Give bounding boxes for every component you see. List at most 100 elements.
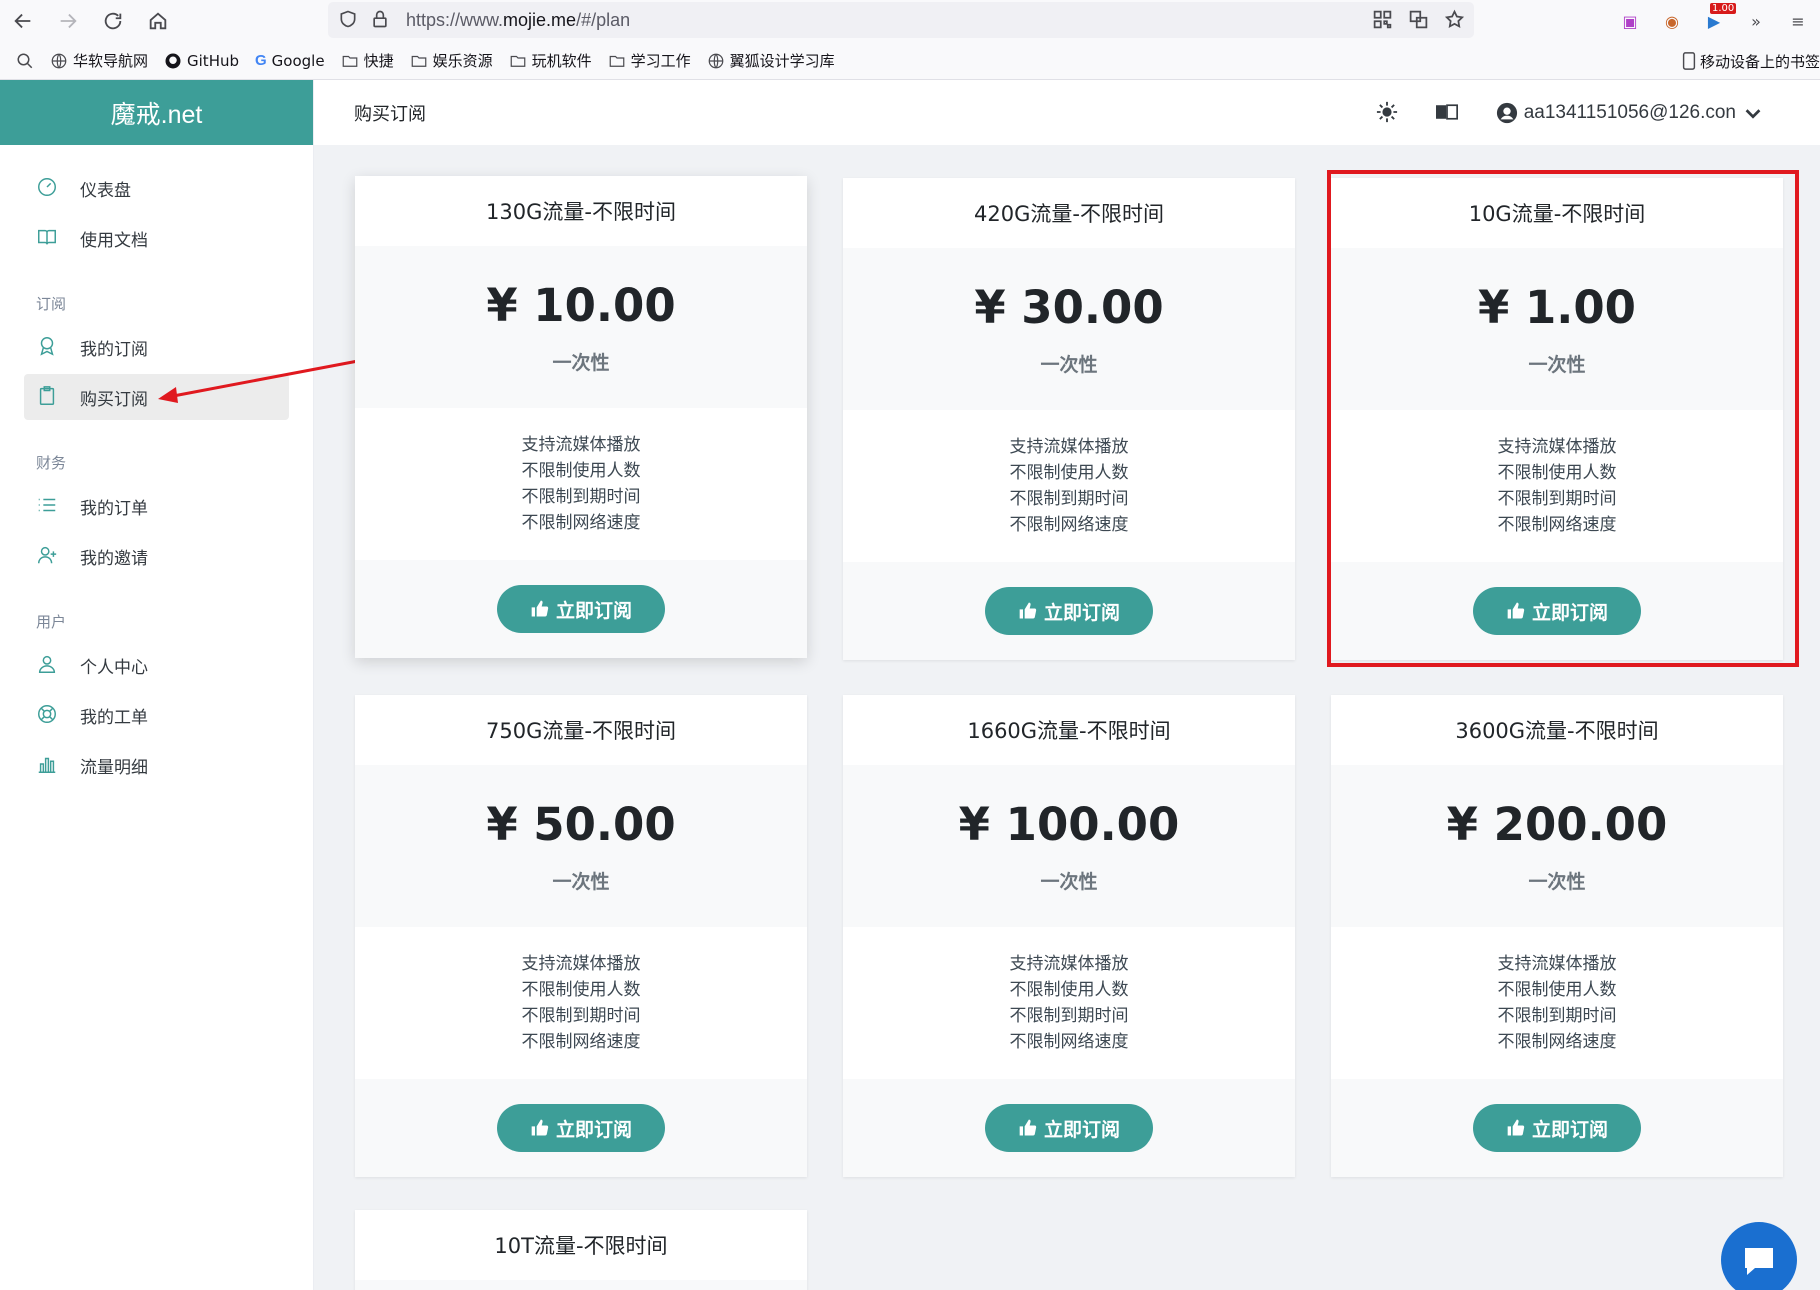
plan-features: 支持流媒体播放 不限制使用人数 不限制到期时间 不限制网络速度	[843, 410, 1295, 562]
thumbs-up-icon	[1019, 602, 1037, 619]
feature-item: 不限制到期时间	[521, 1006, 641, 1026]
feature-item: 不限制网络速度	[1009, 1032, 1129, 1052]
thumbs-up-icon	[1507, 1119, 1525, 1136]
overflow-chevron-icon[interactable]: »	[1744, 9, 1768, 33]
feature-item: 不限制使用人数	[521, 980, 641, 1000]
user-email: aa1341151056@126.con	[1523, 101, 1736, 123]
user-plus-icon	[36, 544, 60, 568]
subscribe-button[interactable]: 立即订阅	[497, 585, 665, 633]
address-bar[interactable]: https://www.mojie.me/#/plan	[328, 2, 1474, 38]
user-avatar-icon	[1496, 102, 1517, 123]
feature-item: 支持流媒体播放	[521, 954, 641, 974]
plan-name: 750G流量-不限时间	[486, 719, 676, 743]
globe-icon	[708, 53, 723, 68]
sidebar-item-profile[interactable]: 个人中心	[24, 642, 289, 688]
theme-toggle-icon[interactable]	[1376, 101, 1400, 125]
plan-features: 支持流媒体播放 不限制使用人数 不限制到期时间 不限制网络速度	[355, 408, 807, 560]
bookmark-folder[interactable]: 快捷	[341, 50, 394, 71]
bookmark-star-icon[interactable]	[1444, 9, 1466, 31]
plan-card: 420G流量-不限时间 ¥ 30.00 一次性 支持流媒体播放 不限制使用人数 不限…	[843, 178, 1295, 660]
sidebar-item-my-orders[interactable]: 我的订单	[24, 483, 289, 529]
collections-icon[interactable]: ▣	[1618, 9, 1642, 33]
plan-features: 支持流媒体播放 不限制使用人数 不限制到期时间 不限制网络速度	[843, 927, 1295, 1079]
sidebar-group-title: 财务	[36, 454, 67, 472]
plan-period: 一次性	[1040, 354, 1098, 376]
feature-item: 支持流媒体播放	[521, 435, 641, 455]
plan-card: 130G流量-不限时间 ¥ 10.00 一次性 支持流媒体播放 不限制使用人数 不限…	[355, 176, 807, 658]
subscribe-button[interactable]: 立即订阅	[497, 1104, 665, 1152]
thumbs-up-icon	[531, 1119, 549, 1136]
subscribe-button[interactable]: 立即订阅	[1473, 1104, 1641, 1152]
language-icon[interactable]	[1435, 101, 1460, 125]
extension-badge: 1.00	[1710, 3, 1737, 14]
book-icon	[36, 226, 60, 250]
plan-card: 3600G流量-不限时间 ¥ 200.00 一次性 支持流媒体播放 不限制使用人数…	[1331, 695, 1783, 1177]
list-icon	[36, 494, 60, 518]
plan-card: 1660G流量-不限时间 ¥ 100.00 一次性 支持流媒体播放 不限制使用人数…	[843, 695, 1295, 1177]
qr-code-icon[interactable]	[1372, 9, 1394, 31]
home-button[interactable]	[135, 0, 180, 42]
bookmark-item[interactable]: 翼狐设计学习库	[707, 50, 835, 71]
plan-price: ¥ 50.00	[486, 798, 676, 851]
folder-icon	[342, 55, 357, 67]
sidebar-item-dashboard[interactable]: 仪表盘	[24, 165, 289, 211]
shield-icon	[338, 9, 360, 31]
plan-name: 10T流量-不限时间	[494, 1234, 668, 1258]
browser-toolbar: https://www.mojie.me/#/plan ▣ ◉ ▶ 1.00 » …	[0, 0, 1820, 42]
support-icon	[36, 703, 60, 727]
plan-features: 支持流媒体播放 不限制使用人数 不限制到期时间 不限制网络速度	[355, 927, 807, 1079]
plan-name: 3600G流量-不限时间	[1455, 719, 1659, 743]
feature-item: 不限制到期时间	[1009, 489, 1129, 509]
bookmark-folder[interactable]: 玩机软件	[509, 50, 592, 71]
feature-item: 不限制网络速度	[1009, 515, 1129, 535]
flag-extension-icon[interactable]: ▶ 1.00	[1702, 3, 1737, 33]
monkey-extension-icon[interactable]: ◉	[1660, 9, 1684, 33]
sidebar-item-my-invites[interactable]: 我的邀请	[24, 533, 289, 579]
chevron-down-icon	[1745, 108, 1761, 119]
feature-item: 不限制网络速度	[521, 1032, 641, 1052]
thumbs-up-icon	[531, 600, 549, 617]
reload-button[interactable]	[90, 0, 135, 42]
feature-item: 不限制使用人数	[1009, 980, 1129, 1000]
feature-item: 不限制网络速度	[521, 513, 641, 533]
home-icon	[149, 12, 166, 30]
sidebar-group-title: 订阅	[36, 295, 67, 313]
lock-icon	[370, 9, 392, 31]
sidebar-item-docs[interactable]: 使用文档	[24, 215, 289, 261]
bookmark-item[interactable]: 华软导航网	[50, 50, 148, 71]
sidebar: 魔戒.net 仪表盘 使用文档 订阅 我的订阅 购买订阅 财务 我的订单 我的邀…	[0, 80, 314, 1290]
chat-button[interactable]	[1721, 1222, 1797, 1290]
feature-item: 不限制使用人数	[521, 461, 641, 481]
github-icon	[165, 53, 181, 68]
menu-icon[interactable]: ≡	[1786, 9, 1810, 33]
subscribe-button[interactable]: 立即订阅	[985, 587, 1153, 635]
back-button[interactable]	[0, 0, 45, 42]
plan-price: ¥ 30.00	[974, 281, 1164, 334]
feature-item: 不限制网络速度	[1497, 1032, 1617, 1052]
globe-icon	[51, 53, 67, 68]
chat-bubble-icon	[1745, 1248, 1773, 1275]
reload-icon	[104, 12, 121, 30]
sidebar-item-traffic[interactable]: 流量明细	[24, 742, 289, 788]
bookmark-item[interactable]: G Google	[255, 52, 325, 70]
page-title: 购买订阅	[354, 103, 426, 125]
mobile-bookmarks[interactable]: 移动设备上的书签	[1682, 42, 1820, 80]
bar-chart-icon	[36, 753, 60, 777]
sidebar-item-tickets[interactable]: 我的工单	[24, 692, 289, 738]
user-menu[interactable]: aa1341151056@126.con	[1496, 102, 1764, 124]
brand-logo[interactable]: 魔戒.net	[0, 80, 313, 145]
bookmark-folder[interactable]: 学习工作	[608, 50, 691, 71]
forward-button[interactable]	[45, 0, 90, 42]
bookmark-item[interactable]: GitHub	[164, 52, 239, 70]
subscribe-button[interactable]: 立即订阅	[985, 1104, 1153, 1152]
dashboard-icon	[36, 176, 60, 200]
topbar: 购买订阅 aa1341151056@126.con	[314, 80, 1820, 145]
thumbs-up-icon	[1019, 1119, 1037, 1136]
plan-price: ¥ 10.00	[486, 279, 676, 332]
search-icon[interactable]	[0, 52, 50, 70]
google-icon: G	[255, 52, 267, 69]
translate-icon[interactable]	[1408, 9, 1430, 31]
bookmark-folder[interactable]: 娱乐资源	[410, 50, 493, 71]
plan-features: 支持流媒体播放 不限制使用人数 不限制到期时间 不限制网络速度	[1331, 927, 1783, 1079]
plan-period: 一次性	[1040, 871, 1098, 893]
